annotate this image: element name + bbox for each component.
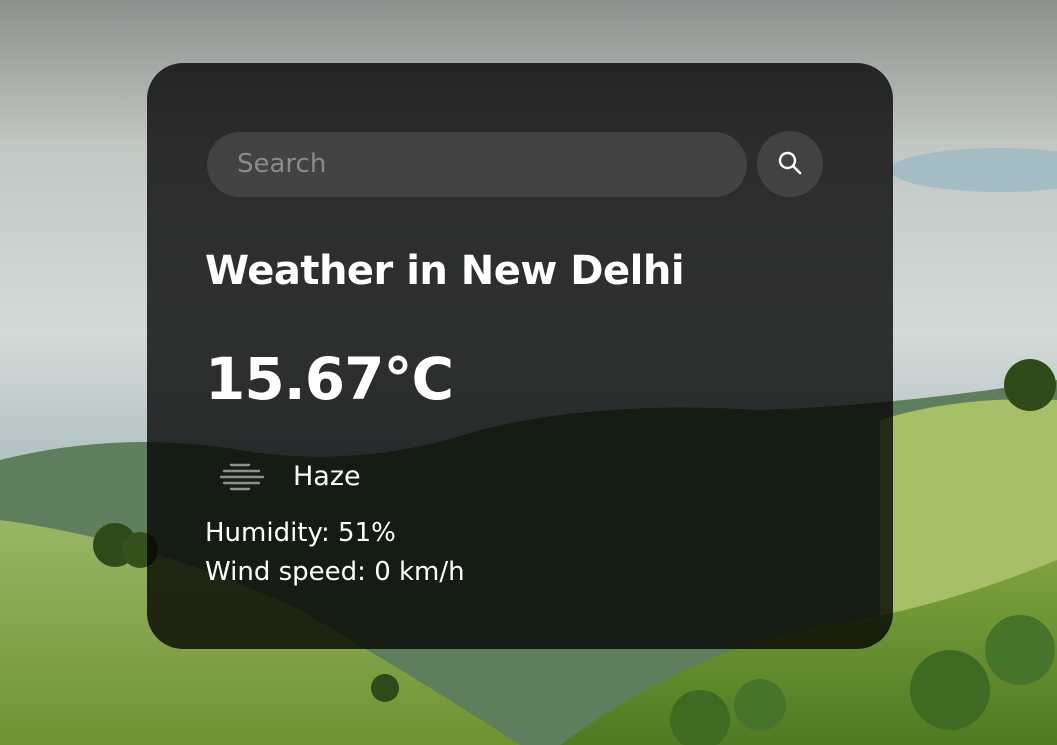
condition-row: Haze (219, 458, 361, 494)
humidity-value: 51% (338, 518, 396, 548)
wind-value: 0 km/h (374, 557, 465, 587)
haze-icon (219, 458, 265, 494)
wind-label: Wind speed: (205, 557, 375, 587)
condition-label: Haze (293, 460, 361, 492)
humidity-readout: Humidity: 51% (205, 518, 396, 548)
temperature: 15.67°C (205, 345, 454, 413)
search-button[interactable] (757, 131, 823, 197)
humidity-label: Humidity: (205, 518, 339, 548)
search-icon (777, 150, 803, 179)
search-input[interactable] (207, 131, 747, 197)
search-bar (207, 131, 823, 197)
wind-readout: Wind speed: 0 km/h (205, 557, 465, 587)
weather-card: Weather in New Delhi 15.67°C Haze Humidi… (147, 63, 893, 649)
city-title: Weather in New Delhi (205, 248, 685, 294)
